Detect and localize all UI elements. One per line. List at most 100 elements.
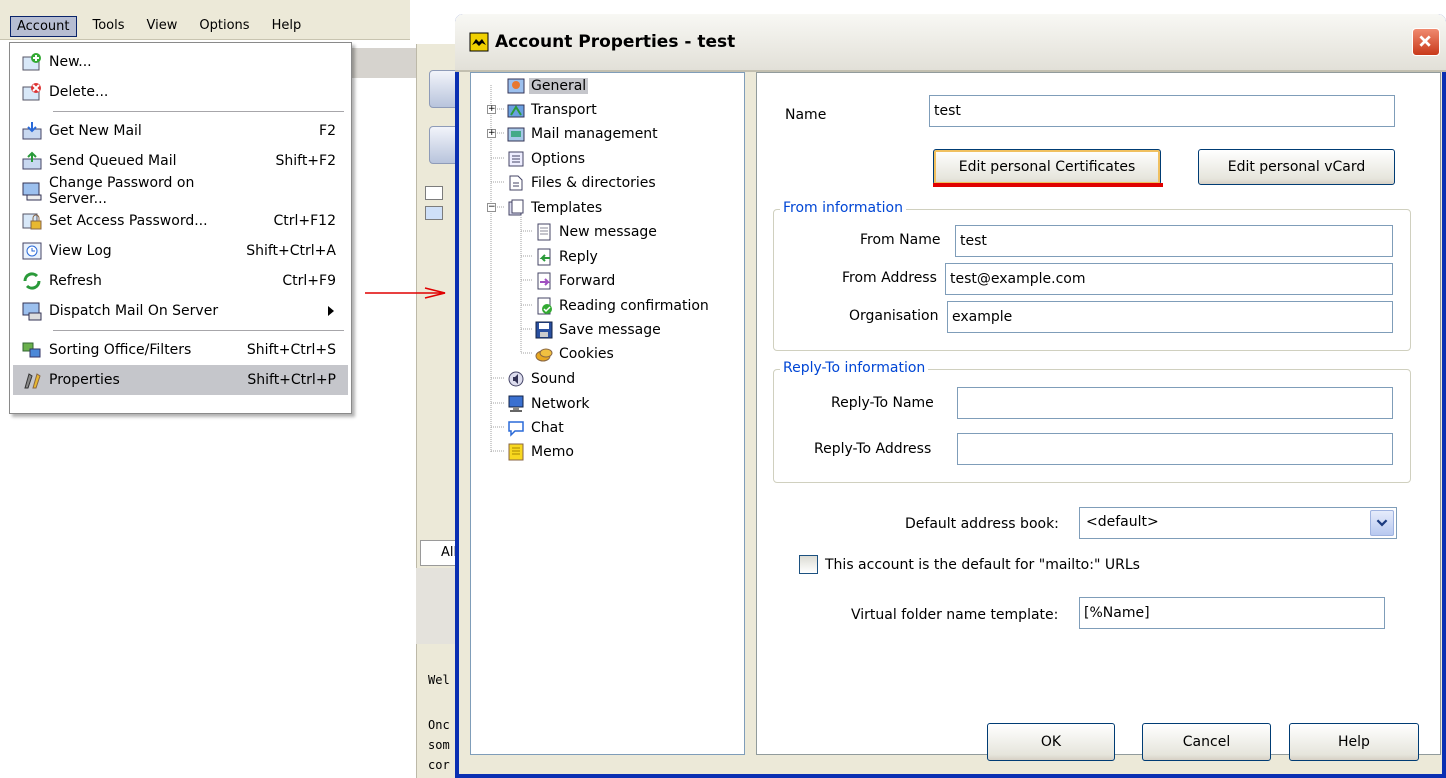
- general-icon: [507, 78, 525, 94]
- menu-item-new[interactable]: New...: [13, 47, 348, 77]
- menu-tools[interactable]: Tools: [87, 16, 131, 37]
- virtual-folder-label: Virtual folder name template:: [851, 607, 1059, 623]
- log-icon: [22, 242, 42, 260]
- red-underline-annotation: [933, 183, 1163, 187]
- from-name-label: From Name: [860, 232, 941, 248]
- expander-templates[interactable]: −: [487, 203, 496, 212]
- dropdown-button[interactable]: [1370, 510, 1394, 536]
- tree-item-new-message[interactable]: New message: [535, 221, 659, 243]
- save-icon: [535, 321, 553, 339]
- from-information-title: From information: [780, 200, 906, 216]
- from-address-label: From Address: [842, 270, 937, 286]
- menu-separator: [53, 111, 344, 112]
- menu-item-send-queued-mail[interactable]: Send Queued Mail Shift+F2: [13, 146, 348, 176]
- from-name-input[interactable]: [955, 225, 1393, 257]
- dialog-client-area: + + − General Transport Mail management …: [459, 72, 1442, 774]
- menubar: Account Tools View Options Help: [10, 16, 307, 37]
- options-icon: [508, 151, 524, 167]
- menu-account[interactable]: Account: [10, 16, 77, 37]
- edit-vcard-button[interactable]: Edit personal vCard: [1198, 149, 1395, 185]
- password-server-icon: [22, 182, 42, 201]
- expander-transport[interactable]: +: [487, 105, 496, 114]
- files-icon: [509, 175, 523, 191]
- tree-item-general[interactable]: General: [507, 75, 589, 97]
- envelope-open-icon: [425, 206, 443, 220]
- chevron-down-icon: [1376, 519, 1388, 527]
- organisation-input[interactable]: [947, 301, 1393, 333]
- tree-item-options[interactable]: Options: [507, 148, 587, 170]
- menu-help[interactable]: Help: [266, 16, 308, 37]
- mail-management-icon: [507, 127, 525, 142]
- tree-item-transport[interactable]: Transport: [507, 99, 599, 121]
- cookies-icon: [535, 348, 553, 362]
- tree-item-reading-confirmation[interactable]: Reading confirmation: [535, 295, 711, 317]
- mailto-default-label[interactable]: This account is the default for "mailto:…: [825, 557, 1140, 573]
- reply-to-information-title: Reply-To information: [780, 360, 929, 376]
- reply-icon: [537, 248, 551, 266]
- from-address-input[interactable]: [945, 263, 1393, 295]
- tree-item-forward[interactable]: Forward: [535, 270, 617, 292]
- tree-item-sound[interactable]: Sound: [507, 368, 577, 390]
- address-book-select[interactable]: <default>: [1079, 507, 1397, 539]
- message-text-line: som: [428, 738, 450, 752]
- close-icon: [1419, 35, 1431, 47]
- virtual-folder-input[interactable]: [1079, 597, 1385, 629]
- expander-mail-management[interactable]: +: [487, 129, 496, 138]
- mailto-default-checkbox[interactable]: [799, 555, 818, 574]
- dialog-titlebar[interactable]: Account Properties - test: [455, 14, 1446, 72]
- submenu-arrow-icon: [328, 306, 334, 316]
- send-mail-icon: [22, 151, 42, 170]
- general-settings-panel: Name Edit personal Certificates Edit per…: [756, 72, 1441, 755]
- get-mail-icon: [22, 122, 42, 140]
- account-properties-dialog: Account Properties - test + + − General …: [455, 14, 1446, 778]
- lock-icon: [22, 213, 42, 230]
- filters-icon: [22, 342, 41, 358]
- menu-item-dispatch-mail[interactable]: Dispatch Mail On Server: [13, 296, 348, 326]
- account-menu: New... Delete... Get New Mail F2 Send Qu…: [9, 42, 352, 414]
- transport-icon: [507, 104, 525, 118]
- tree-item-files-directories[interactable]: Files & directories: [507, 172, 658, 194]
- tree-item-cookies[interactable]: Cookies: [535, 343, 616, 365]
- tree-item-chat[interactable]: Chat: [507, 417, 566, 439]
- menu-item-get-new-mail[interactable]: Get New Mail F2: [13, 116, 348, 146]
- menu-options[interactable]: Options: [193, 16, 255, 37]
- ok-button[interactable]: OK: [987, 723, 1115, 761]
- forward-icon: [537, 272, 551, 290]
- app-bat-icon: [469, 32, 489, 52]
- tree-item-memo[interactable]: Memo: [507, 441, 576, 463]
- menu-view[interactable]: View: [141, 16, 184, 37]
- tree-item-save-message[interactable]: Save message: [535, 319, 663, 341]
- message-text-line: Onc: [428, 718, 450, 732]
- envelope-icon: [425, 186, 443, 200]
- confirmation-icon: [537, 297, 552, 315]
- tree-item-templates[interactable]: Templates: [507, 197, 604, 219]
- name-input[interactable]: [929, 95, 1395, 127]
- toolbar-strip: [350, 48, 416, 78]
- tree-item-network[interactable]: Network: [507, 393, 591, 415]
- reply-to-name-input[interactable]: [957, 387, 1393, 419]
- red-arrow-annotation: [365, 287, 446, 299]
- edit-certificates-button[interactable]: Edit personal Certificates: [933, 149, 1161, 185]
- close-button[interactable]: [1412, 28, 1440, 56]
- tree-item-mail-management[interactable]: Mail management: [507, 123, 660, 145]
- reply-to-address-input[interactable]: [957, 433, 1393, 465]
- cancel-button[interactable]: Cancel: [1142, 723, 1271, 761]
- address-book-label: Default address book:: [905, 516, 1059, 532]
- menu-item-set-access-password[interactable]: Set Access Password... Ctrl+F12: [13, 206, 348, 236]
- menu-item-properties[interactable]: Properties Shift+Ctrl+P: [13, 365, 348, 395]
- menu-item-view-log[interactable]: View Log Shift+Ctrl+A: [13, 236, 348, 266]
- menu-item-change-password[interactable]: Change Password on Server...: [13, 175, 348, 207]
- menu-item-refresh[interactable]: Refresh Ctrl+F9: [13, 266, 348, 296]
- tree-item-reply[interactable]: Reply: [535, 246, 600, 268]
- templates-icon: [508, 199, 524, 216]
- settings-tree: + + − General Transport Mail management …: [470, 72, 745, 755]
- menu-item-sorting-office[interactable]: Sorting Office/Filters Shift+Ctrl+S: [13, 335, 348, 365]
- menu-item-delete[interactable]: Delete...: [13, 77, 348, 107]
- name-label: Name: [785, 107, 827, 123]
- reply-to-name-label: Reply-To Name: [831, 395, 934, 411]
- help-button[interactable]: Help: [1289, 723, 1419, 761]
- message-text-line: cor: [428, 758, 450, 772]
- network-icon: [508, 395, 524, 412]
- menu-separator: [53, 330, 344, 331]
- chat-icon: [508, 421, 524, 437]
